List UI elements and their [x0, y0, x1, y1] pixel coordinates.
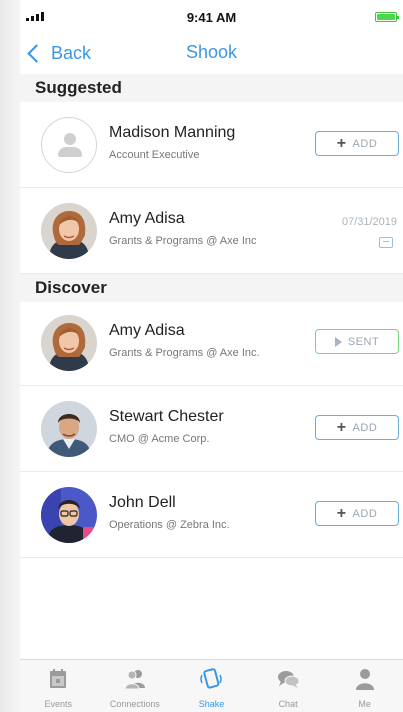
avatar	[41, 487, 97, 543]
status-bar: 9:41 AM	[20, 0, 403, 34]
contact-subtitle: Account Executive	[109, 149, 200, 161]
add-label: ADD	[352, 421, 378, 434]
avatar	[41, 315, 97, 371]
list-item[interactable]: John Dell Operations @ Zebra Inc. + ADD	[20, 472, 403, 558]
message-icon[interactable]	[379, 237, 393, 248]
contact-name: Amy Adisa	[109, 322, 185, 339]
contact-subtitle: Grants & Programs @ Axe Inc.	[109, 347, 260, 359]
people-icon	[124, 670, 145, 690]
add-label: ADD	[352, 137, 378, 150]
navigation-bar: Back Shook	[20, 34, 403, 72]
tab-chat[interactable]: Chat	[250, 660, 327, 712]
tab-connections[interactable]: Connections	[97, 660, 174, 712]
sent-button[interactable]: SENT	[315, 329, 399, 354]
tab-label: Me	[358, 699, 371, 709]
avatar-placeholder	[41, 117, 97, 173]
plus-icon: +	[336, 418, 347, 436]
section-header-discover: Discover	[20, 274, 403, 302]
list-item[interactable]: Madison Manning Account Executive + ADD	[20, 102, 403, 188]
contact-subtitle: Operations @ Zebra Inc.	[109, 519, 230, 531]
signal-strength-icon	[26, 12, 44, 21]
person-icon	[355, 669, 374, 690]
sent-arrow-icon	[334, 336, 342, 347]
avatar	[41, 203, 97, 259]
tab-bar: Events Connections Shake Chat Me	[20, 659, 403, 712]
section-header-suggested: Suggested	[20, 74, 403, 102]
calendar-icon	[50, 669, 67, 688]
contact-name: Stewart Chester	[109, 408, 224, 425]
list-item[interactable]: Amy Adisa Grants & Programs @ Axe Inc. S…	[20, 300, 403, 386]
page-title: Shook	[185, 42, 238, 62]
connection-date: 07/31/2019	[341, 216, 397, 228]
add-button[interactable]: + ADD	[315, 415, 399, 440]
phone-screen: 9:41 AM Back Shook Suggested Madison Man…	[20, 0, 403, 712]
tab-label: Events	[44, 699, 73, 709]
tab-events[interactable]: Events	[20, 660, 97, 712]
tab-label: Shake	[198, 699, 225, 709]
chat-bubbles-icon	[278, 671, 300, 688]
contact-name: John Dell	[109, 494, 176, 511]
contact-subtitle: CMO @ Acme Corp.	[109, 433, 210, 445]
contact-name: Madison Manning	[109, 124, 236, 141]
add-label: ADD	[352, 507, 378, 520]
avatar	[41, 401, 97, 457]
tab-label: Chat	[278, 699, 298, 709]
sent-label: SENT	[347, 335, 380, 348]
tab-label: Connections	[109, 699, 160, 709]
add-button[interactable]: + ADD	[315, 131, 399, 156]
contact-subtitle: Grants & Programs @ Axe Inc	[109, 235, 257, 247]
plus-icon: +	[336, 134, 347, 152]
plus-icon: +	[336, 504, 347, 522]
add-button[interactable]: + ADD	[315, 501, 399, 526]
shake-phone-icon	[200, 668, 223, 689]
list-item[interactable]: Stewart Chester CMO @ Acme Corp. + ADD	[20, 386, 403, 472]
status-time: 9:41 AM	[186, 9, 237, 25]
tab-shake[interactable]: Shake	[173, 660, 250, 712]
tab-me[interactable]: Me	[326, 660, 403, 712]
background-edge	[0, 0, 20, 712]
battery-icon	[375, 12, 399, 22]
list-item[interactable]: Amy Adisa Grants & Programs @ Axe Inc 07…	[20, 188, 403, 274]
contact-name: Amy Adisa	[109, 210, 185, 227]
